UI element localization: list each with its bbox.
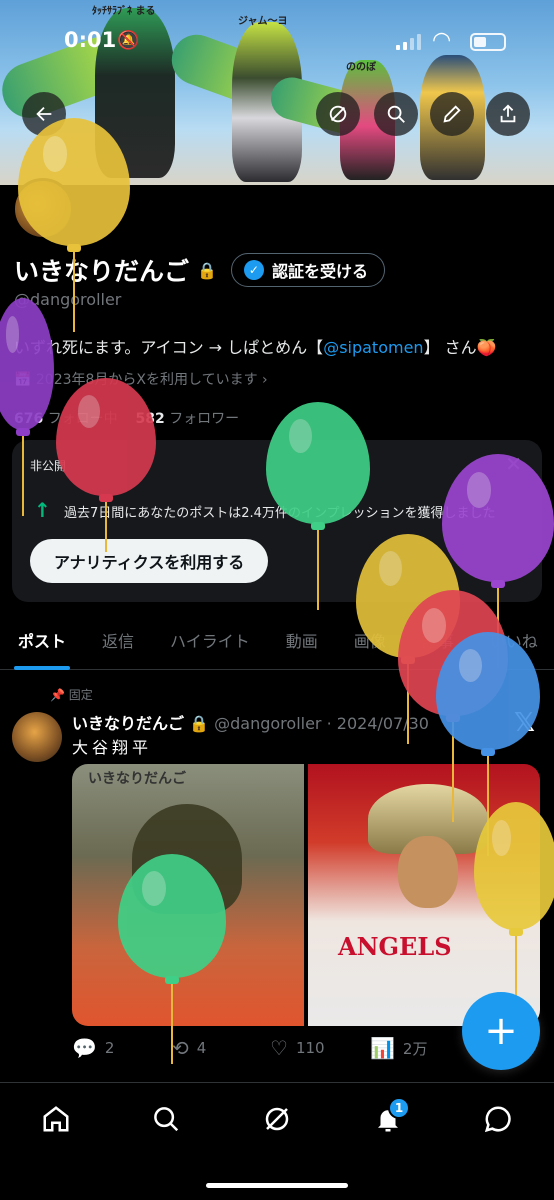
tab-replies[interactable]: 返信	[84, 610, 152, 670]
wifi-icon: ◠	[432, 28, 452, 53]
home-icon	[43, 1106, 69, 1132]
banner-caption: ジャム～ヨ	[238, 16, 288, 27]
plus-icon: +	[484, 1008, 518, 1054]
balloon	[266, 402, 370, 612]
bar-chart-icon: 📊	[370, 1036, 395, 1060]
balloon	[474, 802, 554, 1008]
nav-search[interactable]	[138, 1097, 194, 1141]
banner-caption: ののぼ	[346, 62, 376, 73]
search-button[interactable]	[374, 92, 418, 136]
edit-profile-button[interactable]	[430, 92, 474, 136]
tab-highlights[interactable]: ハイライト	[152, 610, 268, 670]
like-button[interactable]: ♡ 110	[270, 1036, 325, 1060]
compose-button[interactable]: +	[462, 992, 540, 1070]
balloon	[118, 854, 226, 1066]
status-time: 0:01	[64, 28, 117, 52]
share-button[interactable]	[486, 92, 530, 136]
views-button[interactable]: 📊 2万	[370, 1036, 427, 1060]
share-icon	[500, 104, 516, 123]
media-caption: いきなりだんご	[88, 771, 186, 787]
grok-icon	[265, 1107, 289, 1131]
battery-icon	[470, 33, 506, 51]
mute-bell-icon: 🔕	[117, 30, 140, 51]
bio-text: 】 さん🍑	[423, 338, 497, 357]
heart-icon: ♡	[270, 1036, 288, 1060]
followers-label: フォロワー	[169, 411, 240, 427]
like-count: 110	[295, 1039, 325, 1057]
grok-button[interactable]	[316, 92, 360, 136]
get-verified-button[interactable]: ✓ 認証を受ける	[230, 253, 385, 287]
nav-home[interactable]	[28, 1097, 84, 1141]
post-text: 大谷翔平	[72, 738, 153, 757]
cellular-signal-icon	[396, 34, 424, 50]
views-count: 2万	[402, 1039, 428, 1058]
tab-videos[interactable]: 動画	[268, 610, 336, 670]
bottom-nav: 1	[0, 1082, 554, 1200]
tab-posts[interactable]: ポスト	[0, 610, 84, 670]
media-caption: ANGELS	[338, 932, 452, 961]
bio-mention-link[interactable]: @sipatomen	[323, 338, 423, 357]
search-icon	[154, 1107, 179, 1132]
chevron-right-icon: ›	[257, 372, 268, 388]
nav-messages[interactable]	[470, 1097, 526, 1141]
post-avatar[interactable]	[12, 712, 62, 762]
bio-text: いずれ死にます。アイコン → しぱとめん【	[14, 338, 324, 357]
chat-bubble-icon	[484, 1106, 511, 1133]
nav-grok[interactable]	[249, 1097, 305, 1141]
pinned-label: 固定	[68, 688, 93, 702]
nav-notifications[interactable]: 1	[360, 1097, 416, 1141]
pinned-indicator: 📌 固定	[50, 686, 93, 703]
search-icon	[387, 105, 405, 123]
balloon	[56, 378, 156, 554]
home-indicator	[206, 1183, 348, 1188]
post-author[interactable]: いきなりだんご	[72, 714, 184, 733]
edit-icon	[443, 105, 461, 123]
lock-icon: 🔒	[197, 260, 217, 280]
pin-icon: 📌	[50, 688, 69, 702]
banner-caption: ﾀｯﾁｻﾗﾌﾞﾈ まる	[92, 6, 156, 17]
grok-icon	[329, 105, 347, 123]
lock-icon: 🔒	[189, 714, 215, 733]
balloon	[0, 298, 54, 518]
verified-badge-icon: ✓	[243, 260, 264, 280]
profile-bio: いずれ死にます。アイコン → しぱとめん【@sipatomen】 さん🍑	[14, 334, 497, 358]
reply-count: 2	[104, 1039, 115, 1057]
reply-button[interactable]: 💬 2	[72, 1036, 114, 1060]
notification-badge: 1	[388, 1097, 410, 1119]
reply-icon: 💬	[72, 1036, 97, 1060]
get-verified-label: 認証を受ける	[271, 262, 368, 281]
status-bar: 0:01 🔕 ◠	[0, 26, 554, 58]
